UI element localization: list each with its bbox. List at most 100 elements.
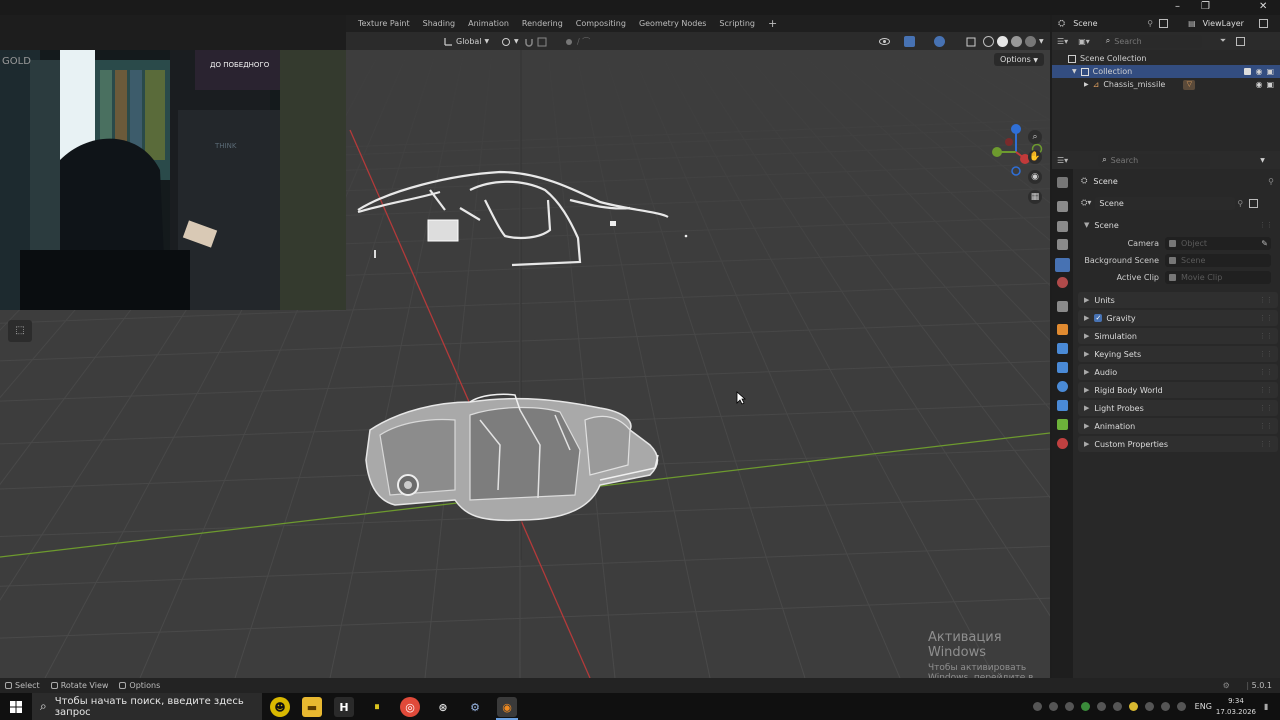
app-icon-3[interactable]: ⏸ — [367, 697, 387, 717]
start-button[interactable] — [0, 693, 32, 720]
snap-toggle[interactable] — [524, 35, 547, 48]
collection-tab-icon[interactable] — [1057, 301, 1068, 312]
tool-tab-icon[interactable] — [1057, 177, 1068, 188]
language-indicator[interactable]: ENG — [1195, 702, 1212, 711]
taskbar-search-box[interactable]: ⌕ Чтобы начать поиск, введите здесь запр… — [32, 693, 262, 720]
tray-icon-7[interactable] — [1128, 702, 1138, 711]
expand-arrow-icon[interactable]: ▼ — [1072, 68, 1077, 75]
close-button[interactable]: ✕ — [1259, 1, 1267, 12]
pin-icon[interactable]: ⚲ — [1147, 19, 1153, 28]
3d-viewport[interactable]: Options ▼ GOLD ДО ПОБЕДНОГО THINK ⬚ ⌕ ✋ … — [0, 50, 1050, 678]
camera-icon[interactable]: ▣ — [1266, 80, 1274, 89]
panel-gravity[interactable]: ▶ ✓ Gravity ⋮⋮ — [1078, 310, 1278, 326]
tray-icon-5[interactable] — [1096, 702, 1106, 711]
world-tab-icon[interactable] — [1057, 277, 1068, 288]
drag-handle-icon[interactable]: ⋮⋮ — [1259, 314, 1273, 322]
editor-type-icon[interactable]: ☰▾ — [1057, 37, 1068, 46]
drag-handle-icon[interactable]: ⋮⋮ — [1259, 386, 1273, 394]
tab-scripting[interactable]: Scripting — [719, 19, 755, 28]
tab-texture-paint[interactable]: Texture Paint — [358, 19, 410, 28]
camera-view-button[interactable]: ◉ — [1028, 170, 1042, 184]
tab-shading[interactable]: Shading — [423, 19, 456, 28]
view-layer-tab-icon[interactable] — [1057, 239, 1068, 250]
taskbar-clock[interactable]: 9:34 17.03.2026 — [1216, 696, 1256, 718]
mesh-data-icon[interactable]: ▽ — [1183, 79, 1196, 90]
properties-search-input[interactable]: ⌕ Search — [1098, 153, 1211, 167]
panel-light-probes[interactable]: ▶ Light Probes ⋮⋮ — [1078, 400, 1278, 416]
active-clip-field[interactable]: Movie Clip — [1165, 271, 1271, 284]
proportional-edit-toggle[interactable]: ∕ ⌒ — [564, 35, 590, 48]
physics-tab-icon[interactable] — [1057, 381, 1068, 392]
app-icon-1[interactable]: ☻ — [270, 697, 290, 717]
tray-icon-6[interactable] — [1112, 702, 1122, 711]
steam-icon[interactable]: ⚙ — [465, 697, 485, 717]
data-tab-icon[interactable] — [1057, 419, 1068, 430]
new-scene-icon[interactable] — [1159, 19, 1169, 28]
minimize-button[interactable]: – — [1175, 1, 1180, 12]
tab-rendering[interactable]: Rendering — [522, 19, 563, 28]
chevron-down-icon[interactable]: ▼ — [1260, 157, 1265, 164]
app-icon-h[interactable]: H — [334, 697, 354, 717]
eye-icon[interactable]: ◉ — [1255, 67, 1262, 76]
modifier-tab-icon[interactable] — [1057, 343, 1068, 354]
chrome-icon[interactable]: ◎ — [400, 697, 420, 717]
pin-icon[interactable]: ⚲ — [1237, 199, 1243, 208]
expand-arrow-icon[interactable]: ▶ — [1084, 81, 1089, 88]
drag-handle-icon[interactable]: ⋮⋮ — [1259, 422, 1273, 430]
drag-handle-icon[interactable]: ⋮⋮ — [1259, 404, 1273, 412]
panel-audio[interactable]: ▶ Audio ⋮⋮ — [1078, 364, 1278, 380]
view-layer-selector[interactable]: ViewLayer — [1199, 17, 1259, 30]
object-tab-icon[interactable] — [1057, 324, 1068, 335]
overlays-toggle[interactable] — [934, 35, 945, 48]
pan-button[interactable]: ✋ — [1028, 150, 1042, 164]
background-scene-field[interactable]: Scene — [1165, 254, 1271, 267]
outliner-object-row[interactable]: ▶ ⊿ Chassis_missile ▽ ◉ ▣ — [1052, 78, 1280, 91]
scene-tab-icon[interactable] — [1055, 258, 1070, 272]
editor-type-icon[interactable]: ☰▾ — [1057, 156, 1068, 165]
scene-selector[interactable]: Scene — [1069, 17, 1149, 30]
particles-tab-icon[interactable] — [1057, 362, 1068, 373]
cursor-tool-button[interactable]: ⬚ — [8, 320, 32, 342]
visibility-dropdown[interactable] — [879, 35, 890, 48]
panel-animation[interactable]: ▶ Animation ⋮⋮ — [1078, 418, 1278, 434]
solid-shading-button[interactable] — [997, 36, 1008, 47]
render-tab-icon[interactable] — [1057, 201, 1068, 212]
drag-handle-icon[interactable]: ⋮⋮ — [1259, 440, 1273, 448]
tray-icon-2[interactable] — [1048, 702, 1058, 711]
rendered-shading-button[interactable] — [1025, 36, 1036, 47]
drag-handle-icon[interactable]: ⋮⋮ — [1259, 296, 1273, 304]
tray-icon-4[interactable] — [1080, 702, 1090, 711]
drag-handle-icon[interactable]: ⋮⋮ — [1259, 350, 1273, 358]
add-workspace-button[interactable]: + — [768, 17, 777, 30]
eye-icon[interactable]: ◉ — [1255, 80, 1262, 89]
eyedropper-icon[interactable]: ✎ — [1261, 239, 1268, 248]
viewport-options-dropdown[interactable]: Options ▼ — [993, 53, 1044, 66]
gravity-checkbox[interactable]: ✓ — [1094, 314, 1103, 322]
tray-icon-8[interactable] — [1144, 702, 1154, 711]
panel-simulation[interactable]: ▶ Simulation ⋮⋮ — [1078, 328, 1278, 344]
new-view-layer-icon[interactable] — [1258, 19, 1268, 28]
drag-handle-icon[interactable]: ⋮⋮ — [1259, 332, 1273, 340]
maximize-button[interactable]: ❐ — [1201, 1, 1210, 12]
scene-section-header[interactable]: ▼ Scene ⋮⋮ — [1078, 217, 1278, 233]
material-shading-button[interactable] — [1011, 36, 1022, 47]
panel-rigid-body-world[interactable]: ▶ Rigid Body World ⋮⋮ — [1078, 382, 1278, 398]
pin-icon[interactable]: ⚲ — [1268, 177, 1274, 186]
chevron-down-icon[interactable]: ▼ — [1039, 38, 1044, 45]
zoom-button[interactable]: ⌕ — [1028, 130, 1042, 144]
new-collection-icon[interactable] — [1236, 36, 1246, 46]
network-icon[interactable] — [1160, 702, 1170, 711]
constraints-tab-icon[interactable] — [1057, 400, 1068, 411]
material-tab-icon[interactable] — [1057, 438, 1068, 449]
xray-toggle[interactable] — [966, 35, 976, 48]
display-mode-icon[interactable]: ▣▾ — [1078, 37, 1090, 46]
transform-orientation-dropdown[interactable]: Global ▼ — [444, 35, 489, 48]
new-scene-icon[interactable] — [1249, 198, 1259, 208]
tab-geometry-nodes[interactable]: Geometry Nodes — [639, 19, 706, 28]
wireframe-shading-button[interactable] — [983, 36, 994, 47]
panel-custom-properties[interactable]: ▶ Custom Properties ⋮⋮ — [1078, 436, 1278, 452]
outliner-search-input[interactable]: ⌕ Search — [1101, 34, 1202, 48]
drag-handle-icon[interactable]: ⋮⋮ — [1259, 221, 1273, 229]
outliner-scene-collection[interactable]: Scene Collection — [1052, 52, 1280, 65]
pivot-point-dropdown[interactable]: ▼ — [501, 35, 519, 48]
